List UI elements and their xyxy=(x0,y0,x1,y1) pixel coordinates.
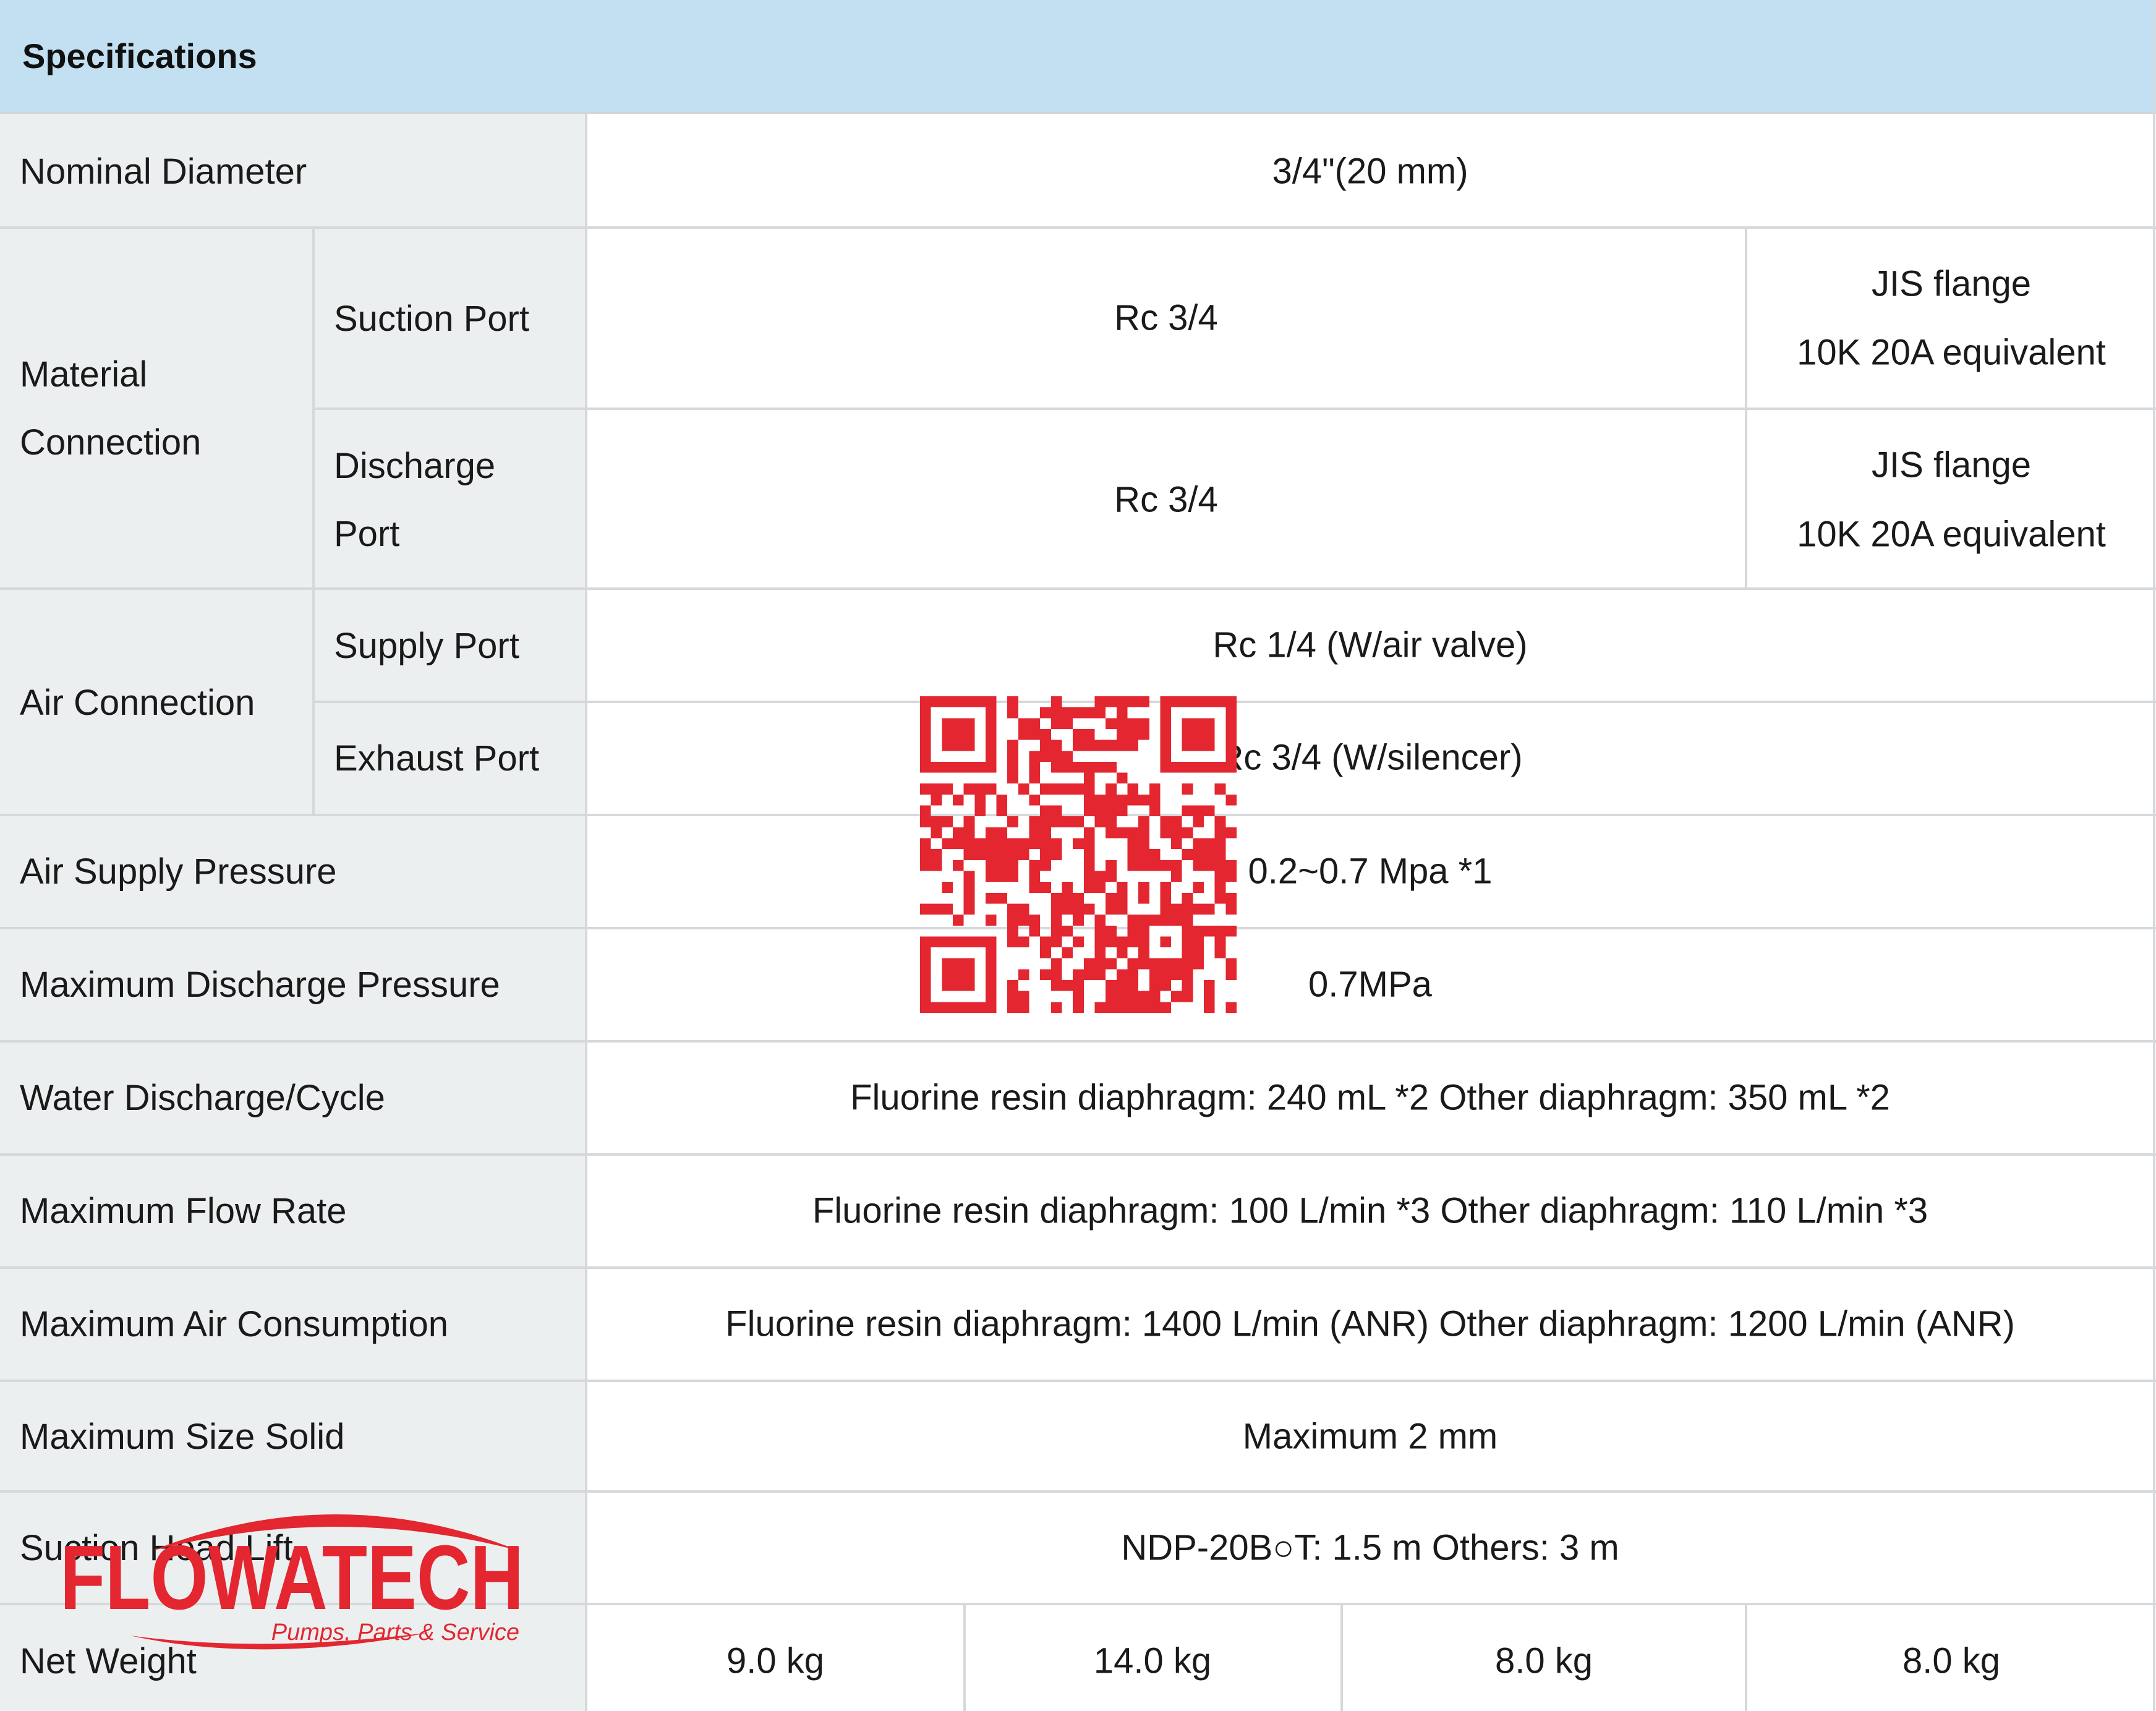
suction-head-lift-value: NDP-20B○T: 1.5 m Others: 3 m xyxy=(1121,1527,1619,1568)
net-weight-value-4: 8.0 kg xyxy=(1902,1641,2000,1681)
max-size-solid-label: Maximum Size Solid xyxy=(20,1417,345,1457)
row-divider xyxy=(0,1380,2156,1382)
material-connection-label-line2: Connection xyxy=(20,422,202,463)
logo-brand-text: FLOWATECH xyxy=(60,1527,524,1629)
spec-table-header: Specifications xyxy=(0,0,2156,114)
column-divider xyxy=(1745,226,1747,587)
water-discharge-cycle-value: Fluorine resin diaphragm: 240 mL *2 Othe… xyxy=(850,1077,1890,1118)
max-flow-rate-value: Fluorine resin diaphragm: 100 L/min *3 O… xyxy=(812,1190,1928,1231)
suction-port-alt-line2: 10K 20A equivalent xyxy=(1797,332,2106,373)
exhaust-port-value: Rc 3/4 (W/silencer) xyxy=(1217,737,1523,778)
row-divider xyxy=(0,1490,2156,1493)
column-divider xyxy=(1340,1603,1343,1711)
column-divider xyxy=(312,226,315,814)
supply-port-value: Rc 1/4 (W/air valve) xyxy=(1212,625,1528,665)
row-divider xyxy=(0,1040,2156,1043)
discharge-port-alt-line1: JIS flange xyxy=(1872,445,2031,485)
max-flow-rate-label: Maximum Flow Rate xyxy=(20,1191,347,1231)
row-divider xyxy=(0,226,2156,229)
table-right-border xyxy=(2153,0,2155,1711)
supply-port-label: Supply Port xyxy=(334,626,519,666)
discharge-port-value: Rc 3/4 xyxy=(1114,479,1218,520)
qr-code xyxy=(920,696,1237,1013)
suction-port-alt-line1: JIS flange xyxy=(1872,263,2031,304)
max-discharge-pressure-value: 0.7MPa xyxy=(1308,964,1432,1005)
discharge-port-alt-line2: 10K 20A equivalent xyxy=(1797,514,2106,555)
max-air-consumption-value: Fluorine resin diaphragm: 1400 L/min (AN… xyxy=(725,1304,2015,1344)
max-air-consumption-label: Maximum Air Consumption xyxy=(20,1304,448,1344)
row-divider xyxy=(313,407,2156,410)
column-divider xyxy=(963,1603,966,1711)
row-divider xyxy=(0,587,2156,590)
exhaust-port-label: Exhaust Port xyxy=(334,738,540,779)
net-weight-value-3: 8.0 kg xyxy=(1495,1641,1593,1681)
net-weight-value-1: 9.0 kg xyxy=(726,1641,824,1681)
air-supply-pressure-label: Air Supply Pressure xyxy=(20,851,337,892)
discharge-port-label-line2: Port xyxy=(334,514,400,554)
logo-tagline-text: Pumps, Parts & Service xyxy=(271,1619,519,1645)
flowatech-logo: FLOWATECH Pumps, Parts & Service xyxy=(60,1514,524,1650)
qr-modules xyxy=(920,696,1237,1013)
max-discharge-pressure-label: Maximum Discharge Pressure xyxy=(20,965,500,1005)
suction-port-value: Rc 3/4 xyxy=(1114,297,1218,338)
air-connection-label: Air Connection xyxy=(20,683,255,723)
row-divider xyxy=(0,1266,2156,1269)
net-weight-value-2: 14.0 kg xyxy=(1093,1641,1212,1681)
column-divider xyxy=(1745,1603,1747,1711)
air-supply-pressure-value: 0.2~0.7 Mpa *1 xyxy=(1248,851,1493,892)
spec-table-title: Specifications xyxy=(22,36,257,75)
nominal-diameter-value: 3/4"(20 mm) xyxy=(1272,151,1468,192)
suction-port-label: Suction Port xyxy=(334,299,529,339)
water-discharge-cycle-label: Water Discharge/Cycle xyxy=(20,1078,385,1118)
nominal-diameter-label: Nominal Diameter xyxy=(20,151,307,192)
discharge-port-label-line1: Discharge xyxy=(334,446,496,486)
row-divider xyxy=(0,1153,2156,1156)
max-size-solid-value: Maximum 2 mm xyxy=(1242,1416,1498,1457)
column-divider xyxy=(585,114,587,1711)
material-connection-label-line1: Material xyxy=(20,354,148,395)
